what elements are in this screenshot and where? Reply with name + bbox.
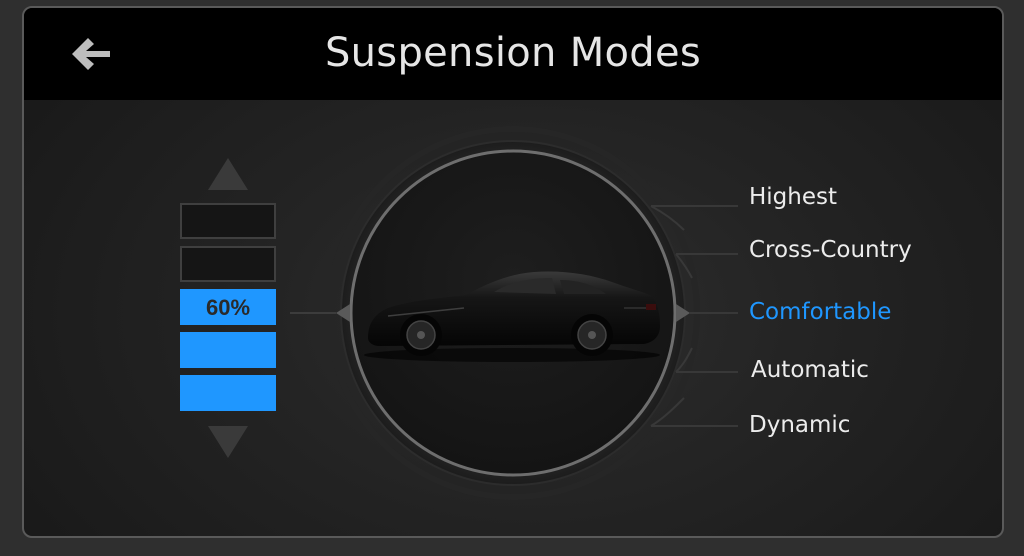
height-segment[interactable]: 60% [180,289,276,325]
height-segment[interactable] [180,246,276,282]
mode-option-highest[interactable]: Highest [749,184,837,210]
height-segment[interactable] [180,203,276,239]
mode-option-cross-country[interactable]: Cross-Country [749,237,912,263]
mode-option-automatic[interactable]: Automatic [751,357,869,383]
triangle-down-icon[interactable] [208,426,248,458]
mode-option-comfortable[interactable]: Comfortable [749,299,891,325]
dial-graphic [208,126,738,500]
mode-option-dynamic[interactable]: Dynamic [749,412,850,438]
triangle-up-icon[interactable] [208,158,248,190]
height-segment[interactable] [180,375,276,411]
suspension-panel: Suspension Modes 60% Highest Cross-Count… [22,6,1004,538]
height-segment[interactable] [180,332,276,368]
height-level-label: 60% [205,295,251,320]
